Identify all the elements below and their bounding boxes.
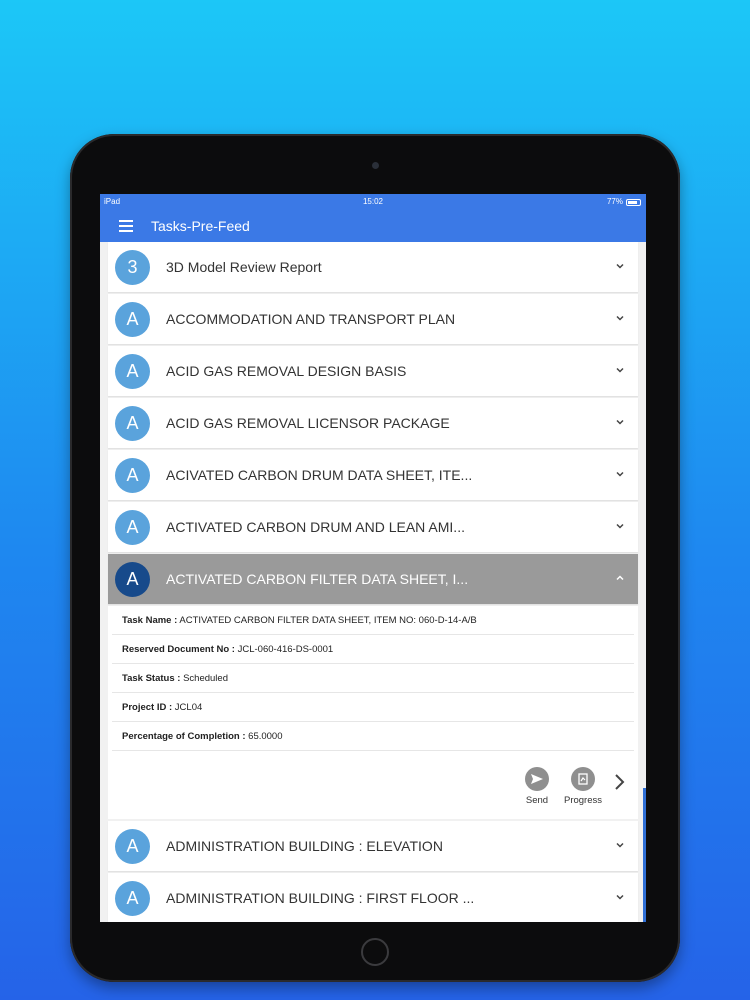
app-screen: iPad 15:02 77% Tasks-Pre-Feed 3 3D Model… [100,194,646,922]
list-item[interactable]: A ADMINISTRATION BUILDING : ELEVATION [108,821,638,871]
camera-icon [372,162,379,169]
reserved-doc-label: Reserved Document No : [122,644,235,655]
list-item[interactable]: 3 3D Model Review Report [108,242,638,292]
item-title: ACCOMMODATION AND TRANSPORT PLAN [166,311,456,327]
item-title: ADMINISTRATION BUILDING : FIRST FLOOR ..… [166,890,475,906]
avatar: A [115,828,150,864]
project-id-row: Project ID : JCL04 [112,693,634,722]
reserved-doc-value: JCL-060-416-DS-0001 [237,644,334,655]
chevron-down-icon[interactable] [614,468,626,480]
chevron-right-icon[interactable] [612,773,626,791]
item-title: ACID GAS REMOVAL LICENSOR PACKAGE [166,415,450,431]
list-item[interactable]: A ACID GAS REMOVAL DESIGN BASIS [108,346,638,396]
task-name-row: Task Name : ACTIVATED CARBON FILTER DATA… [112,606,634,635]
chevron-up-icon[interactable] [614,572,626,584]
task-status-value: Scheduled [183,673,228,684]
project-id-value: JCL04 [174,702,203,713]
task-name-value: ACTIVATED CARBON FILTER DATA SHEET, ITEM… [179,615,477,626]
task-name-label: Task Name : [122,615,178,626]
page-title: Tasks-Pre-Feed [151,218,250,234]
home-button[interactable] [361,938,389,966]
avatar: A [115,880,150,916]
action-bar: Send Progress [112,751,634,819]
avatar: A [115,457,150,493]
chevron-down-icon[interactable] [614,312,626,324]
scrollbar[interactable] [643,788,646,922]
task-status-label: Task Status : [122,673,181,684]
chevron-down-icon[interactable] [614,260,626,272]
reserved-doc-row: Reserved Document No : JCL-060-416-DS-00… [112,635,634,664]
task-status-row: Task Status : Scheduled [112,664,634,693]
progress-icon [571,767,595,791]
chevron-down-icon[interactable] [614,416,626,428]
send-icon [525,767,549,791]
completion-value: 65.0000 [248,731,283,742]
task-details-panel: Task Name : ACTIVATED CARBON FILTER DATA… [108,606,638,819]
avatar: A [115,509,150,545]
send-label: Send [525,795,549,806]
chevron-down-icon[interactable] [614,364,626,376]
clock: 15:02 [362,197,384,206]
list-item[interactable]: A ACTIVATED CARBON DRUM AND LEAN AMI... [108,502,638,552]
item-title: ACIVATED CARBON DRUM DATA SHEET, ITE... [166,467,473,483]
item-title: ACTIVATED CARBON FILTER DATA SHEET, I... [166,571,469,587]
battery-status: 77% [607,194,641,210]
item-title: 3D Model Review Report [166,259,322,275]
list-item[interactable]: A ACID GAS REMOVAL LICENSOR PACKAGE [108,398,638,448]
item-title: ACTIVATED CARBON DRUM AND LEAN AMI... [166,519,465,535]
battery-icon [626,198,641,206]
list-item-expanded[interactable]: A ACTIVATED CARBON FILTER DATA SHEET, I.… [108,554,638,604]
avatar: A [115,561,150,597]
list-item[interactable]: A ACIVATED CARBON DRUM DATA SHEET, ITE..… [108,450,638,500]
avatar: A [115,353,150,389]
task-list: 3 3D Model Review Report A ACCOMMODATION… [108,242,638,922]
hamburger-menu-icon[interactable] [119,220,133,232]
item-title: ADMINISTRATION BUILDING : ELEVATION [166,838,443,854]
send-button[interactable]: Send [513,767,561,806]
avatar: A [115,405,150,441]
chevron-down-icon[interactable] [614,839,626,851]
list-item[interactable]: A ACCOMMODATION AND TRANSPORT PLAN [108,294,638,344]
completion-label: Percentage of Completion : [122,731,246,742]
battery-percent: 77% [606,197,623,206]
status-bar: iPad 15:02 77% [100,194,646,210]
avatar: 3 [115,249,150,285]
project-id-label: Project ID : [122,702,173,713]
app-bar: Tasks-Pre-Feed [100,210,646,242]
chevron-down-icon[interactable] [614,891,626,903]
progress-label: Progress [563,795,602,806]
progress-button[interactable]: Progress [559,767,607,806]
list-item[interactable]: A ADMINISTRATION BUILDING : FIRST FLOOR … [108,873,638,922]
chevron-down-icon[interactable] [614,520,626,532]
item-title: ACID GAS REMOVAL DESIGN BASIS [166,363,407,379]
completion-row: Percentage of Completion : 65.0000 [112,722,634,751]
avatar: A [115,301,150,337]
